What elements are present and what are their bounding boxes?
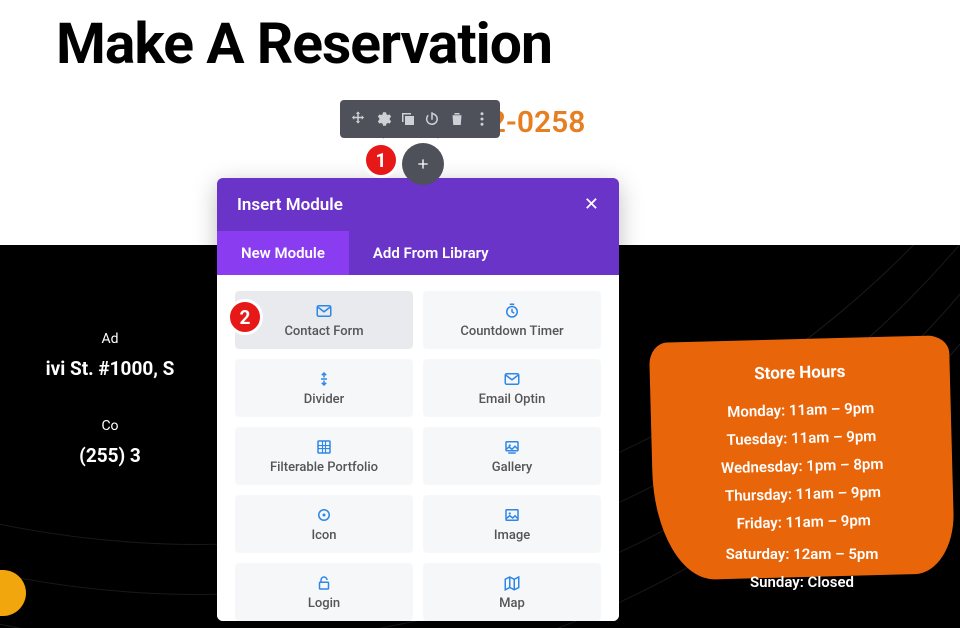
page-title: Make A Reservation [0,0,960,77]
add-module-button[interactable] [402,143,444,185]
map-icon [503,574,521,592]
contact-value: (255) 3 [0,444,220,467]
hours-line: Monday: 11am – 9pm [669,398,933,423]
tab-new-module[interactable]: New Module [217,231,349,275]
module-label: Map [499,596,525,611]
hours-line: Friday: 11am – 9pm [671,510,935,535]
module-label: Divider [304,392,344,407]
module-image[interactable]: Image [423,495,601,553]
modal-header: Insert Module ✕ [217,178,619,231]
module-label: Image [494,528,530,543]
plus-icon [415,156,431,172]
hours-line: Saturday: 12am – 5pm [652,545,952,563]
module-gallery[interactable]: Gallery [423,427,601,485]
module-icon[interactable]: Icon [235,495,413,553]
modal-tabs: New Module Add From Library [217,231,619,275]
annotation-badge-2: 2 [227,299,263,335]
hours-line: Sunday: Closed [652,573,952,591]
hours-overflow: Saturday: 12am – 5pm Sunday: Closed [652,545,952,601]
module-label: Icon [311,528,336,543]
module-filterable-portfolio[interactable]: Filterable Portfolio [235,427,413,485]
modal-body: Contact Form Countdown Timer Divider Email … [217,275,619,621]
hours-line: Thursday: 11am – 9pm [671,482,935,507]
module-floating-toolbar [340,100,500,138]
hours-title: Store Hours [668,360,932,387]
timer-icon [503,302,521,320]
module-label: Filterable Portfolio [270,460,378,475]
close-icon[interactable]: ✕ [584,194,599,215]
more-icon[interactable] [472,109,492,129]
gear-icon[interactable] [373,109,393,129]
trash-icon[interactable] [447,109,467,129]
contact-label: Co [0,418,220,434]
move-icon[interactable] [348,109,368,129]
module-label: Contact Form [284,324,363,339]
module-email-optin[interactable]: Email Optin [423,359,601,417]
grid-icon [315,438,333,456]
tab-add-from-library[interactable]: Add From Library [349,231,513,275]
module-label: Email Optin [479,392,546,407]
hours-line: Tuesday: 11am – 9pm [669,426,933,451]
image-icon [503,506,521,524]
circle-icon [315,506,333,524]
address-label: Ad [0,331,220,347]
hours-line: Wednesday: 1pm – 8pm [670,454,934,479]
module-label: Login [308,596,340,611]
module-divider[interactable]: Divider [235,359,413,417]
power-icon[interactable] [422,109,442,129]
module-countdown-timer[interactable]: Countdown Timer [423,291,601,349]
insert-module-modal: Insert Module ✕ New Module Add From Libr… [217,178,619,621]
module-map[interactable]: Map [423,563,601,621]
mail-icon [503,370,521,388]
duplicate-icon[interactable] [398,109,418,129]
divider-icon [315,370,333,388]
mail-icon [315,302,333,320]
module-label: Gallery [492,460,533,475]
gallery-icon [503,438,521,456]
lock-icon [315,574,333,592]
module-label: Countdown Timer [460,324,563,339]
modal-title: Insert Module [237,195,343,215]
contact-info: Ad ivi St. #1000, S Co (255) 3 [0,331,220,505]
address-value: ivi St. #1000, S [0,357,220,380]
module-login[interactable]: Login [235,563,413,621]
annotation-badge-1: 1 [363,142,399,178]
